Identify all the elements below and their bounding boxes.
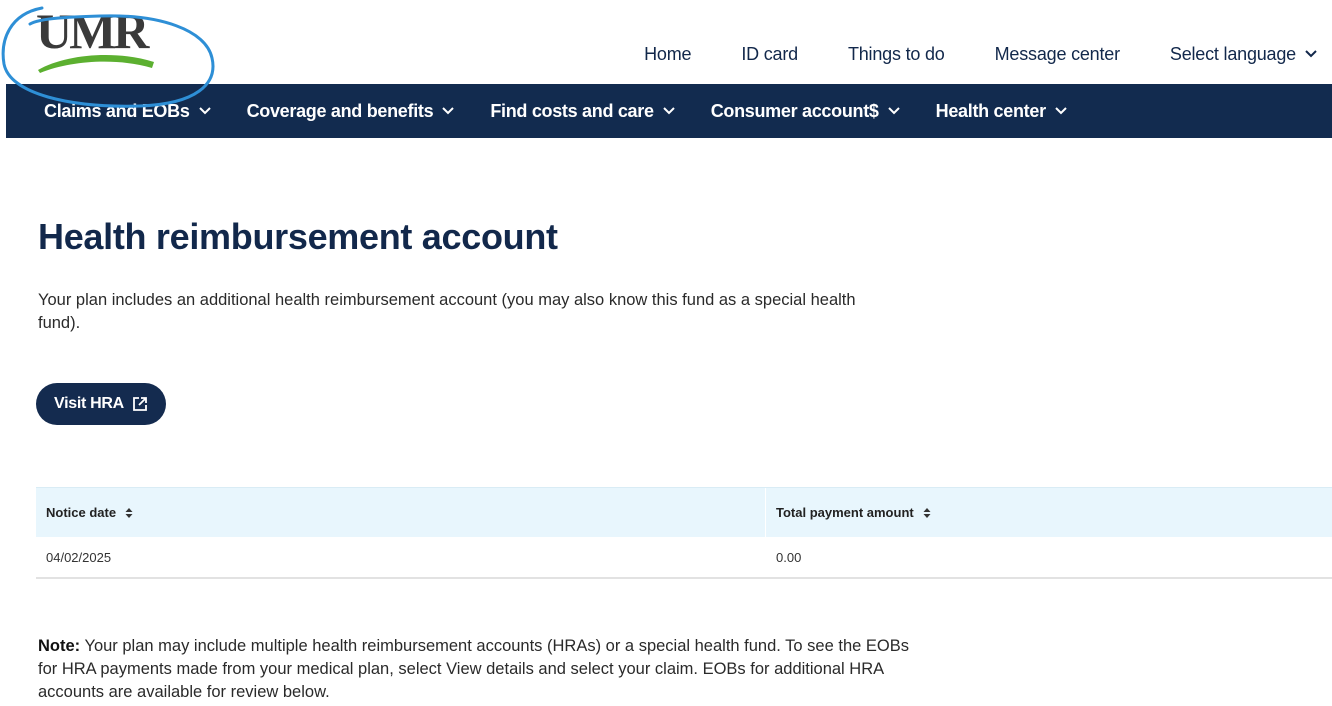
nav-id-card[interactable]: ID card	[716, 42, 823, 66]
note-label: Note:	[38, 637, 81, 655]
chevron-down-icon	[1055, 107, 1067, 115]
sort-icon	[923, 507, 931, 518]
table-row: 04/02/2025 0.00	[36, 537, 1332, 579]
nav-message-center[interactable]: Message center	[970, 42, 1145, 66]
menu-coverage-label: Coverage and benefits	[246, 100, 434, 121]
menu-find-costs-and-care[interactable]: Find costs and care	[490, 101, 675, 122]
table-header: Notice date Total payment amount	[36, 487, 1332, 537]
visit-hra-button[interactable]: Visit HRA	[36, 383, 166, 425]
column-header-label: Total payment amount	[776, 505, 914, 520]
external-link-icon	[133, 397, 147, 411]
column-header-notice-date[interactable]: Notice date	[36, 488, 766, 537]
cell-total-payment: 0.00	[776, 549, 802, 565]
intro-text: Your plan includes an additional health …	[38, 291, 856, 332]
column-header-total-payment[interactable]: Total payment amount	[766, 488, 1332, 537]
chevron-down-icon	[887, 107, 900, 115]
visit-hra-label: Visit HRA	[54, 395, 124, 412]
cell-notice-date: 04/02/2025	[36, 537, 766, 577]
chevron-down-icon	[662, 107, 675, 115]
note-body: Your plan may include multiple health re…	[38, 637, 909, 701]
chevron-down-icon	[442, 107, 455, 115]
menu-health-center[interactable]: Health center	[936, 101, 1068, 122]
sort-icon	[125, 507, 133, 518]
page-title: Health reimbursement account	[38, 216, 558, 257]
language-select[interactable]: Select language	[1145, 42, 1318, 66]
menu-health-center-label: Health center	[935, 100, 1046, 121]
highlight-circle-annotation	[1, 6, 215, 108]
utility-nav: Home ID card Things to do Message center…	[619, 42, 1318, 66]
column-header-label: Notice date	[46, 505, 117, 520]
nav-things-to-do[interactable]: Things to do	[823, 42, 970, 66]
chevron-down-icon	[1305, 50, 1317, 58]
menu-consumer-account[interactable]: Consumer account$	[711, 101, 901, 122]
language-select-label: Select language	[1169, 43, 1296, 64]
menu-find-costs-label: Find costs and care	[490, 100, 654, 121]
menu-consumer-label: Consumer account$	[710, 100, 879, 121]
note-text: Note: Your plan may include multiple hea…	[38, 635, 918, 704]
hra-notices-table: Notice date Total payment amount 04/02/2…	[36, 487, 1332, 579]
menu-coverage-and-benefits[interactable]: Coverage and benefits	[247, 101, 456, 122]
nav-home[interactable]: Home	[619, 42, 716, 66]
